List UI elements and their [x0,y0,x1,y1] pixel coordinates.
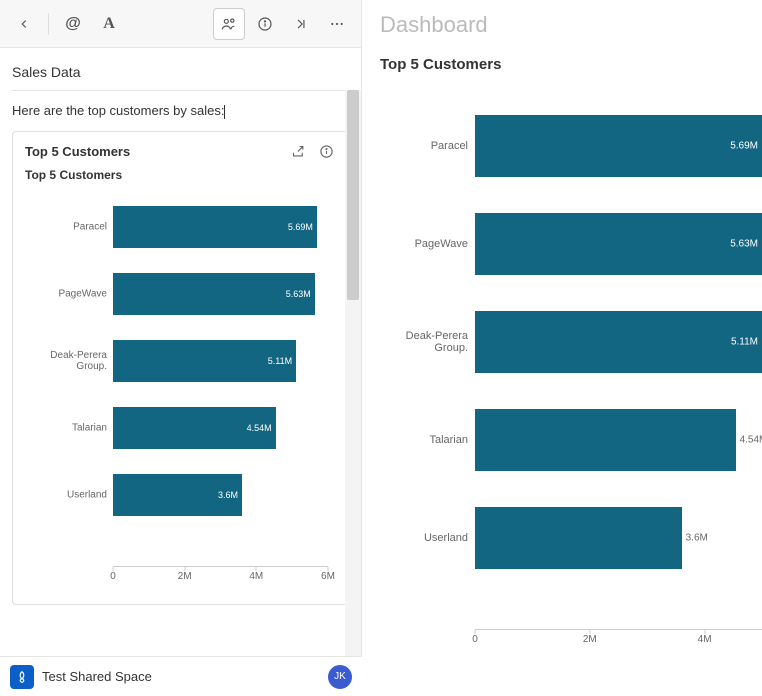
bar-row: Talarian4.54M [475,391,762,489]
section-title: Sales Data [12,64,349,91]
bar[interactable]: 5.69M [113,206,317,248]
bar-row: Deak-Perera Group.5.11M [475,293,762,391]
people-button[interactable] [213,8,245,40]
bar-row: PageWave5.63M [113,261,328,328]
bar-category-label: Userland [23,490,107,501]
bar-category-label: Deak-Perera Group. [380,330,468,354]
bar[interactable]: 3.6M [113,474,242,516]
x-tick-label: 4M [698,634,712,645]
dashboard-panel: Dashboard Top 5 Customers Paracel5.69MPa… [362,0,762,696]
chart-card: Top 5 Customers Top 5 Customers Par [12,131,349,605]
back-button[interactable] [8,8,40,40]
mention-button[interactable]: @ [57,8,89,40]
space-name[interactable]: Test Shared Space [42,669,320,684]
bar-value-label: 4.54M [740,435,762,446]
dashboard-chart-title: Top 5 Customers [380,56,762,73]
bar-row: Paracel5.69M [475,97,762,195]
bar-category-label: Talarian [23,423,107,434]
x-tick-label: 2M [178,571,192,582]
text-cursor [224,105,225,119]
bar[interactable]: 5.69M [475,115,762,177]
user-avatar[interactable]: JK [328,665,352,689]
x-tick-label: 2M [583,634,597,645]
chart-small: Paracel5.69MPageWave5.63MDeak-Perera Gro… [25,194,336,594]
text-format-button[interactable]: A [93,8,125,40]
bar-category-label: Paracel [380,140,468,152]
bar[interactable]: 4.54M [113,407,276,449]
bar-value-label: 5.63M [286,289,311,299]
card-subtitle: Top 5 Customers [25,168,336,182]
bar[interactable]: 5.11M [113,340,296,382]
bar-value-label: 4.54M [247,423,272,433]
space-icon[interactable] [10,665,34,689]
scrollbar-thumb[interactable] [347,90,359,300]
bar-row: PageWave5.63M [475,195,762,293]
x-tick-label: 6M [321,571,335,582]
dashboard-title: Dashboard [362,0,762,44]
editor-body: Sales Data Here are the top customers by… [0,48,361,696]
x-tick-label: 0 [110,571,116,582]
bar-value-label: 3.6M [218,490,238,500]
more-button[interactable] [321,8,353,40]
info-icon[interactable] [316,142,336,162]
bar[interactable]: 5.11M [475,311,762,373]
toolbar: @ A [0,0,361,48]
x-tick-label: 4M [249,571,263,582]
editor-area[interactable]: Here are the top customers by sales: Top… [12,103,349,605]
info-button[interactable] [249,8,281,40]
bar-value-label: 5.63M [730,239,758,250]
bar-row: Deak-Perera Group.5.11M [113,328,328,395]
bar-category-label: PageWave [23,289,107,300]
bar[interactable]: 5.63M [113,273,315,315]
footer-bar: Test Shared Space JK [0,656,362,696]
skip-end-button[interactable] [285,8,317,40]
bar-row: Talarian4.54M [113,395,328,462]
separator [48,13,49,35]
bar-row: Userland3.6M [475,489,762,587]
bar-category-label: Userland [380,532,468,544]
bar-value-label: 3.6M [686,533,708,544]
bar-category-label: Paracel [23,222,107,233]
bar-category-label: PageWave [380,238,468,250]
bar[interactable] [475,409,736,471]
bar-category-label: Deak-Perera Group. [23,350,107,372]
x-tick-label: 0 [472,634,478,645]
text-line[interactable]: Here are the top customers by sales: [12,103,349,119]
bar[interactable]: 5.63M [475,213,762,275]
chart-large: Paracel5.69MPageWave5.63MDeak-Perera Gro… [380,97,762,657]
scrollbar[interactable] [345,90,361,656]
bar-value-label: 5.69M [730,141,758,152]
share-icon[interactable] [288,142,308,162]
card-title: Top 5 Customers [25,144,130,159]
bar-row: Userland3.6M [113,462,328,529]
bar-category-label: Talarian [380,434,468,446]
bar-value-label: 5.69M [288,222,313,232]
bar-row: Paracel5.69M [113,194,328,261]
bar-value-label: 5.11M [731,337,758,348]
editor-panel: @ A Sales Data Here are the top customer… [0,0,362,696]
bar[interactable] [475,507,682,569]
bar-value-label: 5.11M [268,356,292,366]
